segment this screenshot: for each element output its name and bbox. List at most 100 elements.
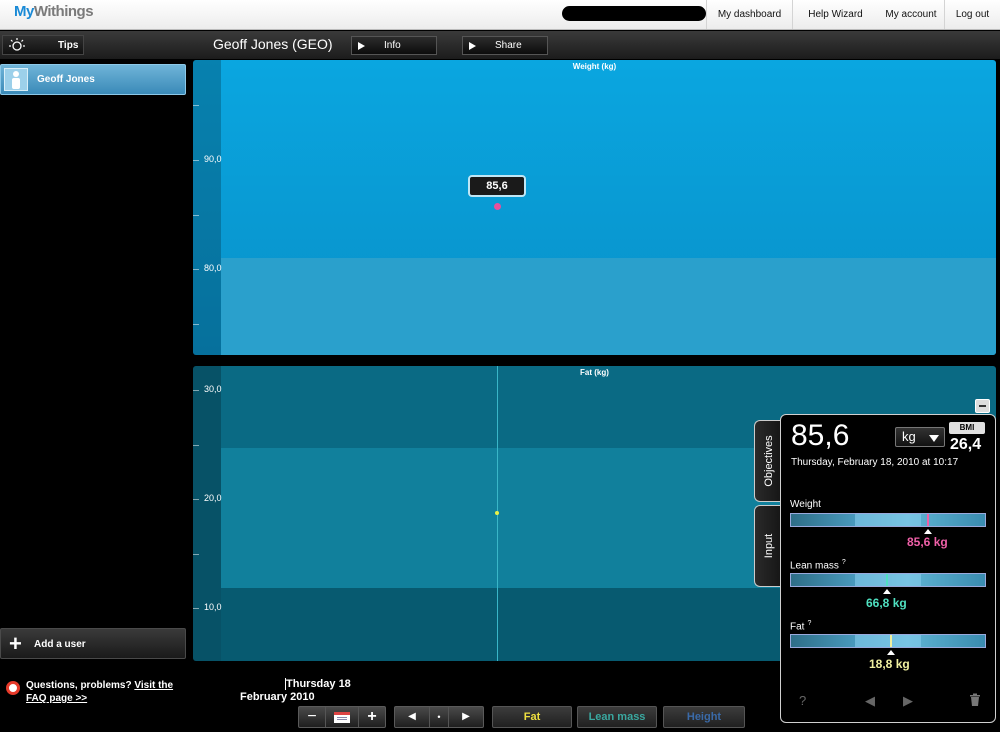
user-name: Geoff Jones — [37, 74, 95, 85]
weight-chart-band — [221, 258, 996, 355]
lean-mass-measure-label: Lean mass? — [790, 559, 846, 571]
navigation-controls: ◀ • ▶ — [394, 706, 484, 728]
collapse-chart-button[interactable] — [975, 399, 990, 413]
previous-button[interactable]: ◀ — [395, 707, 429, 727]
faq-question: Questions, problems? — [26, 680, 132, 691]
tab-height-label: Height — [686, 711, 722, 723]
fat-tick-label: 20,0 — [204, 493, 222, 503]
share-button[interactable]: Share — [462, 36, 548, 55]
fat-y-axis — [193, 366, 221, 661]
weight-tick-mark — [193, 105, 199, 106]
tab-objectives-label: Objectives — [762, 435, 775, 487]
logo-withings: Withings — [33, 3, 94, 20]
fat-tick-mark — [193, 390, 199, 391]
user-avatar-icon — [4, 68, 28, 91]
weight-tick-label: 80,0 — [204, 263, 222, 273]
today-button[interactable]: • — [429, 707, 449, 727]
nav-my-account[interactable]: My account — [868, 0, 954, 29]
weight-tick-mark — [193, 215, 199, 216]
weight-tick-label: 90,0 — [204, 154, 222, 164]
fat-gauge-marker — [890, 635, 892, 647]
unit-select[interactable]: kg — [895, 427, 945, 447]
top-bar: MyWithings My dashboard Help Wizard My a… — [0, 0, 1000, 30]
weight-measure-label: Weight — [790, 499, 821, 510]
toolbar: Tips Geoff Jones (GEO) Info Share — [0, 31, 1000, 59]
nav-log-out[interactable]: Log out — [944, 0, 1000, 29]
nav-help-wizard[interactable]: Help Wizard — [792, 0, 878, 29]
calendar-button[interactable] — [325, 707, 359, 727]
weight-data-point[interactable] — [494, 203, 501, 210]
weight-chart[interactable]: Weight (kg) 90,0 80,0 85,6 — [193, 60, 996, 355]
info-label: Info — [384, 40, 401, 51]
nav-my-dashboard[interactable]: My dashboard — [706, 0, 792, 29]
faq-link-part1[interactable]: Visit the — [134, 680, 173, 691]
fat-gauge — [790, 634, 986, 648]
fat-label-text: Fat — [790, 621, 805, 633]
next-button[interactable]: ▶ — [449, 707, 483, 727]
tab-lean-mass-label: Lean mass — [588, 711, 646, 723]
info-button[interactable]: Info — [351, 36, 437, 55]
add-user-label: Add a user — [34, 639, 86, 650]
date-label-month: February 2010 — [240, 691, 315, 703]
tips-button[interactable]: Tips — [2, 35, 84, 55]
sidebar-item-user[interactable]: Geoff Jones — [0, 64, 186, 95]
lifebuoy-icon — [6, 681, 20, 695]
weight-gauge-caret — [924, 529, 932, 534]
previous-measure-icon[interactable]: ◀ — [865, 693, 875, 709]
logo-my: My — [14, 3, 34, 20]
next-measure-icon[interactable]: ▶ — [903, 693, 913, 709]
trash-icon[interactable] — [969, 693, 981, 710]
weight-gauge-zone — [855, 514, 921, 526]
zoom-in-button[interactable]: + — [359, 707, 385, 727]
fat-measure-value: 18,8 kg — [869, 657, 910, 671]
measurement-timestamp: Thursday, February 18, 2010 at 10:17 — [791, 457, 959, 468]
weight-label-text: Weight — [790, 499, 821, 510]
current-weight-value: 85,6 — [791, 419, 850, 452]
weight-tick-mark — [193, 324, 199, 325]
add-user-button[interactable]: + Add a user — [0, 628, 186, 659]
fat-chart-title: Fat (kg) — [580, 368, 609, 377]
page-title: Geoff Jones (GEO) — [213, 36, 333, 52]
chevron-down-icon — [929, 435, 939, 442]
fat-help-icon[interactable]: ? — [807, 620, 811, 627]
lean-mass-label-text: Lean mass — [790, 560, 839, 572]
fat-tick-mark — [193, 445, 199, 446]
fat-tick-mark — [193, 554, 199, 555]
zoom-out-button[interactable]: − — [299, 707, 325, 727]
logo[interactable]: MyWithings — [14, 3, 94, 20]
lean-mass-gauge-caret — [883, 589, 891, 594]
faq-link-part2[interactable]: FAQ page >> — [26, 693, 87, 704]
play-icon — [358, 42, 365, 50]
fat-gauge-caret — [887, 650, 895, 655]
fat-tick-mark — [193, 608, 199, 609]
unit-value: kg — [902, 429, 916, 444]
tab-objectives[interactable]: Objectives — [754, 420, 782, 502]
weight-gauge-marker — [927, 514, 929, 526]
help-icon[interactable]: ? — [799, 693, 806, 708]
date-label-day: Thursday 18 — [286, 678, 351, 690]
fat-measure-label: Fat? — [790, 620, 811, 632]
redacted-block — [562, 6, 706, 21]
tab-lean-mass[interactable]: Lean mass — [577, 706, 657, 728]
share-label: Share — [495, 40, 522, 51]
fat-tick-label: 30,0 — [204, 384, 222, 394]
weight-tick-mark — [193, 160, 199, 161]
tab-input[interactable]: Input — [754, 505, 782, 587]
tab-fat[interactable]: Fat — [492, 706, 572, 728]
tab-input-label: Input — [762, 533, 775, 559]
lean-mass-gauge-marker — [886, 574, 888, 586]
tab-height[interactable]: Height — [663, 706, 745, 728]
fat-gauge-zone — [855, 635, 921, 647]
bmi-label: BMI — [949, 422, 985, 434]
tips-label: Tips — [58, 40, 79, 51]
lean-mass-help-icon[interactable]: ? — [842, 559, 846, 566]
zoom-controls: − + — [298, 706, 386, 728]
lean-mass-gauge-zone — [855, 574, 921, 586]
lean-mass-measure-value: 66,8 kg — [866, 596, 907, 610]
fat-tick-mark — [193, 499, 199, 500]
bmi-value: 26,4 — [950, 436, 982, 453]
measurement-panel: 85,6 kg BMI 26,4 Thursday, February 18, … — [780, 414, 996, 723]
lightbulb-icon — [9, 38, 25, 51]
fat-data-point[interactable] — [495, 511, 499, 515]
fat-tick-label: 10,0 — [204, 602, 222, 612]
